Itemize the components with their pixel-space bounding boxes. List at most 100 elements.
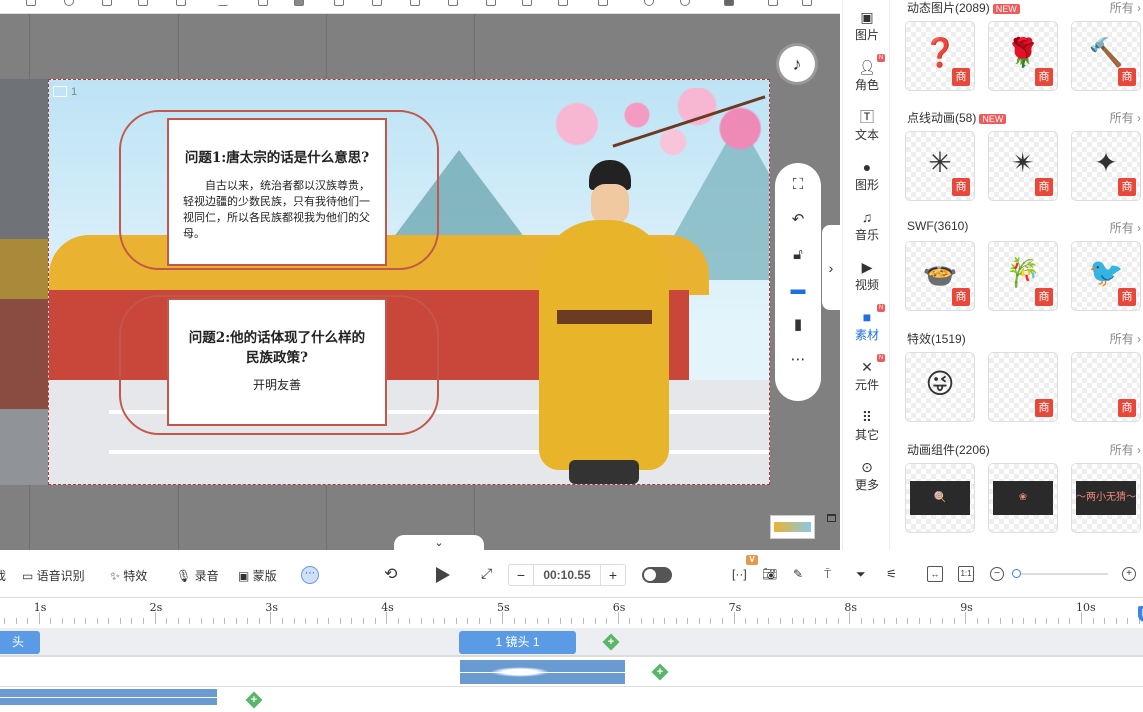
asset-thumbnail[interactable]: ✦ 商 — [1071, 131, 1141, 201]
question-card-1[interactable]: 问题1:唐太宗的话是什么意思? 自古以来，统治者都以汉族尊贵，轻视边疆的少数民族… — [167, 118, 387, 266]
canvas-stage[interactable]: 1 问题1:唐太宗的话是什么意思? 自古以来，统治者都以汉族尊贵，轻视边疆的少数… — [0, 14, 840, 550]
align-icon[interactable] — [486, 0, 496, 6]
toolbar-icon[interactable] — [64, 0, 74, 6]
sidebar-item-text[interactable]: 🅃 文本 — [843, 108, 891, 143]
sidebar-item-image[interactable]: ▣ 图片 — [843, 8, 891, 43]
see-all-link[interactable]: 所有 › — [1110, 109, 1141, 126]
toolbar-icon[interactable] — [176, 0, 186, 6]
zoom-out-button[interactable]: − — [990, 567, 1004, 581]
zoom-in-button[interactable]: + — [1122, 567, 1136, 581]
asset-thumbnail[interactable]: 🍲 商 — [905, 241, 975, 311]
align-icon[interactable] — [218, 0, 228, 6]
sidebar-item-music[interactable]: ♫ 音乐 — [843, 208, 891, 243]
scene-clip-current[interactable]: 1 镜头 1 — [459, 631, 576, 654]
time-field[interactable]: 00:10.55 — [533, 565, 601, 585]
sidebar-item-assets[interactable]: N ■ 素材 — [843, 304, 891, 343]
toolbar-icon[interactable] — [102, 0, 112, 6]
time-minus-button[interactable]: − — [509, 567, 533, 583]
sidebar-item-video[interactable]: ▶ 视频 — [843, 258, 891, 293]
asset-thumbnail[interactable]: ❓ 商 — [905, 21, 975, 91]
replay-icon[interactable]: ⟲ — [384, 564, 397, 584]
speech-recognition-button[interactable]: ▭ 语音识别 — [22, 567, 85, 584]
question-card-2[interactable]: 问题2:他的话体现了什么样的 民族政策? 开明友善 — [167, 298, 387, 426]
asset-thumbnail[interactable]: ✴ 商 — [988, 131, 1058, 201]
align-icon[interactable] — [258, 0, 268, 6]
asset-thumbnail[interactable]: 🌹 商 — [988, 21, 1058, 91]
see-all-link[interactable]: 所有 › — [1110, 0, 1141, 16]
more-options-button[interactable]: ⋯ — [301, 566, 319, 584]
screen-icon[interactable]: ▬ — [791, 280, 806, 299]
add-scene-button[interactable]: + — [602, 633, 620, 651]
ruler-icon[interactable]: ⍑ — [824, 567, 831, 582]
add-audio-button[interactable]: + — [245, 691, 263, 709]
see-all-link[interactable]: 所有 › — [1110, 219, 1141, 236]
distribute-icon[interactable] — [372, 0, 382, 6]
align-icon[interactable] — [558, 0, 568, 6]
fullscreen-icon[interactable]: ⤢ — [481, 565, 492, 582]
see-all-link[interactable]: 所有 › — [1110, 330, 1141, 347]
emperor-figure[interactable] — [509, 160, 709, 484]
asset-thumbnail[interactable]: ❀ — [988, 463, 1058, 533]
expand-panel-button[interactable]: › — [822, 225, 840, 310]
asset-thumbnail[interactable]: 🐦 商 — [1071, 241, 1141, 311]
zoom-out-icon[interactable] — [680, 0, 690, 6]
paste-icon[interactable] — [802, 0, 812, 6]
toggle-switch[interactable] — [642, 567, 672, 583]
sidebar-item-more[interactable]: ⊙ 更多 — [843, 458, 891, 493]
asset-thumbnail[interactable]: 🎋 商 — [988, 241, 1058, 311]
toolbar-icon[interactable] — [26, 0, 36, 6]
asset-thumbnail[interactable]: ～两小无猜～ — [1071, 463, 1141, 533]
align-icon[interactable] — [448, 0, 458, 6]
copy-icon[interactable] — [768, 0, 778, 6]
ratio-button[interactable]: 1:1 — [958, 566, 974, 582]
time-plus-button[interactable]: + — [601, 567, 625, 583]
align-icon[interactable] — [522, 0, 532, 6]
sliders-icon[interactable]: ⚟ — [886, 567, 897, 581]
filter-icon[interactable]: ⏷ — [856, 567, 866, 582]
camera-icon[interactable]: 📷︎ — [762, 567, 777, 581]
asset-thumbnail[interactable]: 😜 — [905, 352, 975, 422]
sidebar-item-character[interactable]: N 👤︎ 角色 — [843, 54, 891, 93]
align-icon[interactable] — [410, 0, 420, 6]
audio-clip[interactable] — [0, 689, 217, 705]
scene-thumbnail[interactable] — [770, 515, 815, 539]
asset-thumbnail[interactable]: 商 — [1071, 352, 1141, 422]
music-button[interactable]: ♪ — [779, 46, 815, 82]
zoom-slider[interactable] — [1011, 569, 1108, 578]
align-icon[interactable] — [294, 0, 304, 6]
phone-icon[interactable]: ▮ — [794, 315, 802, 334]
distribute-icon[interactable] — [334, 0, 344, 6]
more-icon[interactable]: ⋯ — [791, 350, 806, 369]
edit-icon[interactable]: ✎ — [793, 567, 803, 581]
asset-thumbnail[interactable]: 🔨 商 — [1071, 21, 1141, 91]
effects-button[interactable]: ✨︎ 特效 — [110, 567, 147, 584]
scene-clip-previous[interactable]: 头 — [0, 631, 40, 654]
collapse-timeline-tab[interactable]: ⌄ — [394, 535, 484, 550]
record-button[interactable]: 🎙︎ 录音 — [176, 567, 219, 584]
fit-screen-icon[interactable]: ⛶ — [793, 175, 804, 194]
asset-thumbnail[interactable]: 🍭 — [905, 463, 975, 533]
scene-canvas[interactable]: 1 问题1:唐太宗的话是什么意思? 自古以来，统治者都以汉族尊贵，轻视边疆的少数… — [48, 79, 770, 485]
timeline-ruler[interactable]: 1s 2s 3s 4s 5s 6s 7s 8s 9s 10s — [0, 597, 1143, 628]
align-icon[interactable] — [598, 0, 608, 6]
audio-clip[interactable] — [460, 660, 625, 684]
zoom-in-icon[interactable] — [644, 0, 654, 6]
maximize-icon[interactable] — [827, 514, 836, 522]
asset-thumbnail[interactable]: 商 — [988, 352, 1058, 422]
add-audio-button[interactable]: + — [651, 663, 669, 681]
lock-icon[interactable] — [724, 0, 734, 6]
play-button[interactable] — [436, 567, 450, 583]
rotate-icon[interactable]: ↶ — [792, 210, 805, 229]
toolbar-icon[interactable] — [138, 0, 148, 6]
unlock-icon[interactable]: 🔓︎ — [793, 245, 803, 264]
tool-partial[interactable]: 戏 — [0, 567, 6, 584]
sidebar-item-shape[interactable]: ● 图形 — [843, 158, 891, 193]
playhead[interactable]: ||| — [1137, 606, 1143, 706]
sidebar-item-other[interactable]: ⠿ 其它 — [843, 408, 891, 443]
frame-icon[interactable]: [··] — [732, 567, 747, 581]
mask-button[interactable]: ▣ 蒙版 — [238, 567, 277, 584]
see-all-link[interactable]: 所有 › — [1110, 441, 1141, 458]
sidebar-item-components[interactable]: N ✕ 元件 — [843, 354, 891, 393]
fit-width-button[interactable]: ↔ — [927, 566, 943, 582]
asset-thumbnail[interactable]: ✳ 商 — [905, 131, 975, 201]
